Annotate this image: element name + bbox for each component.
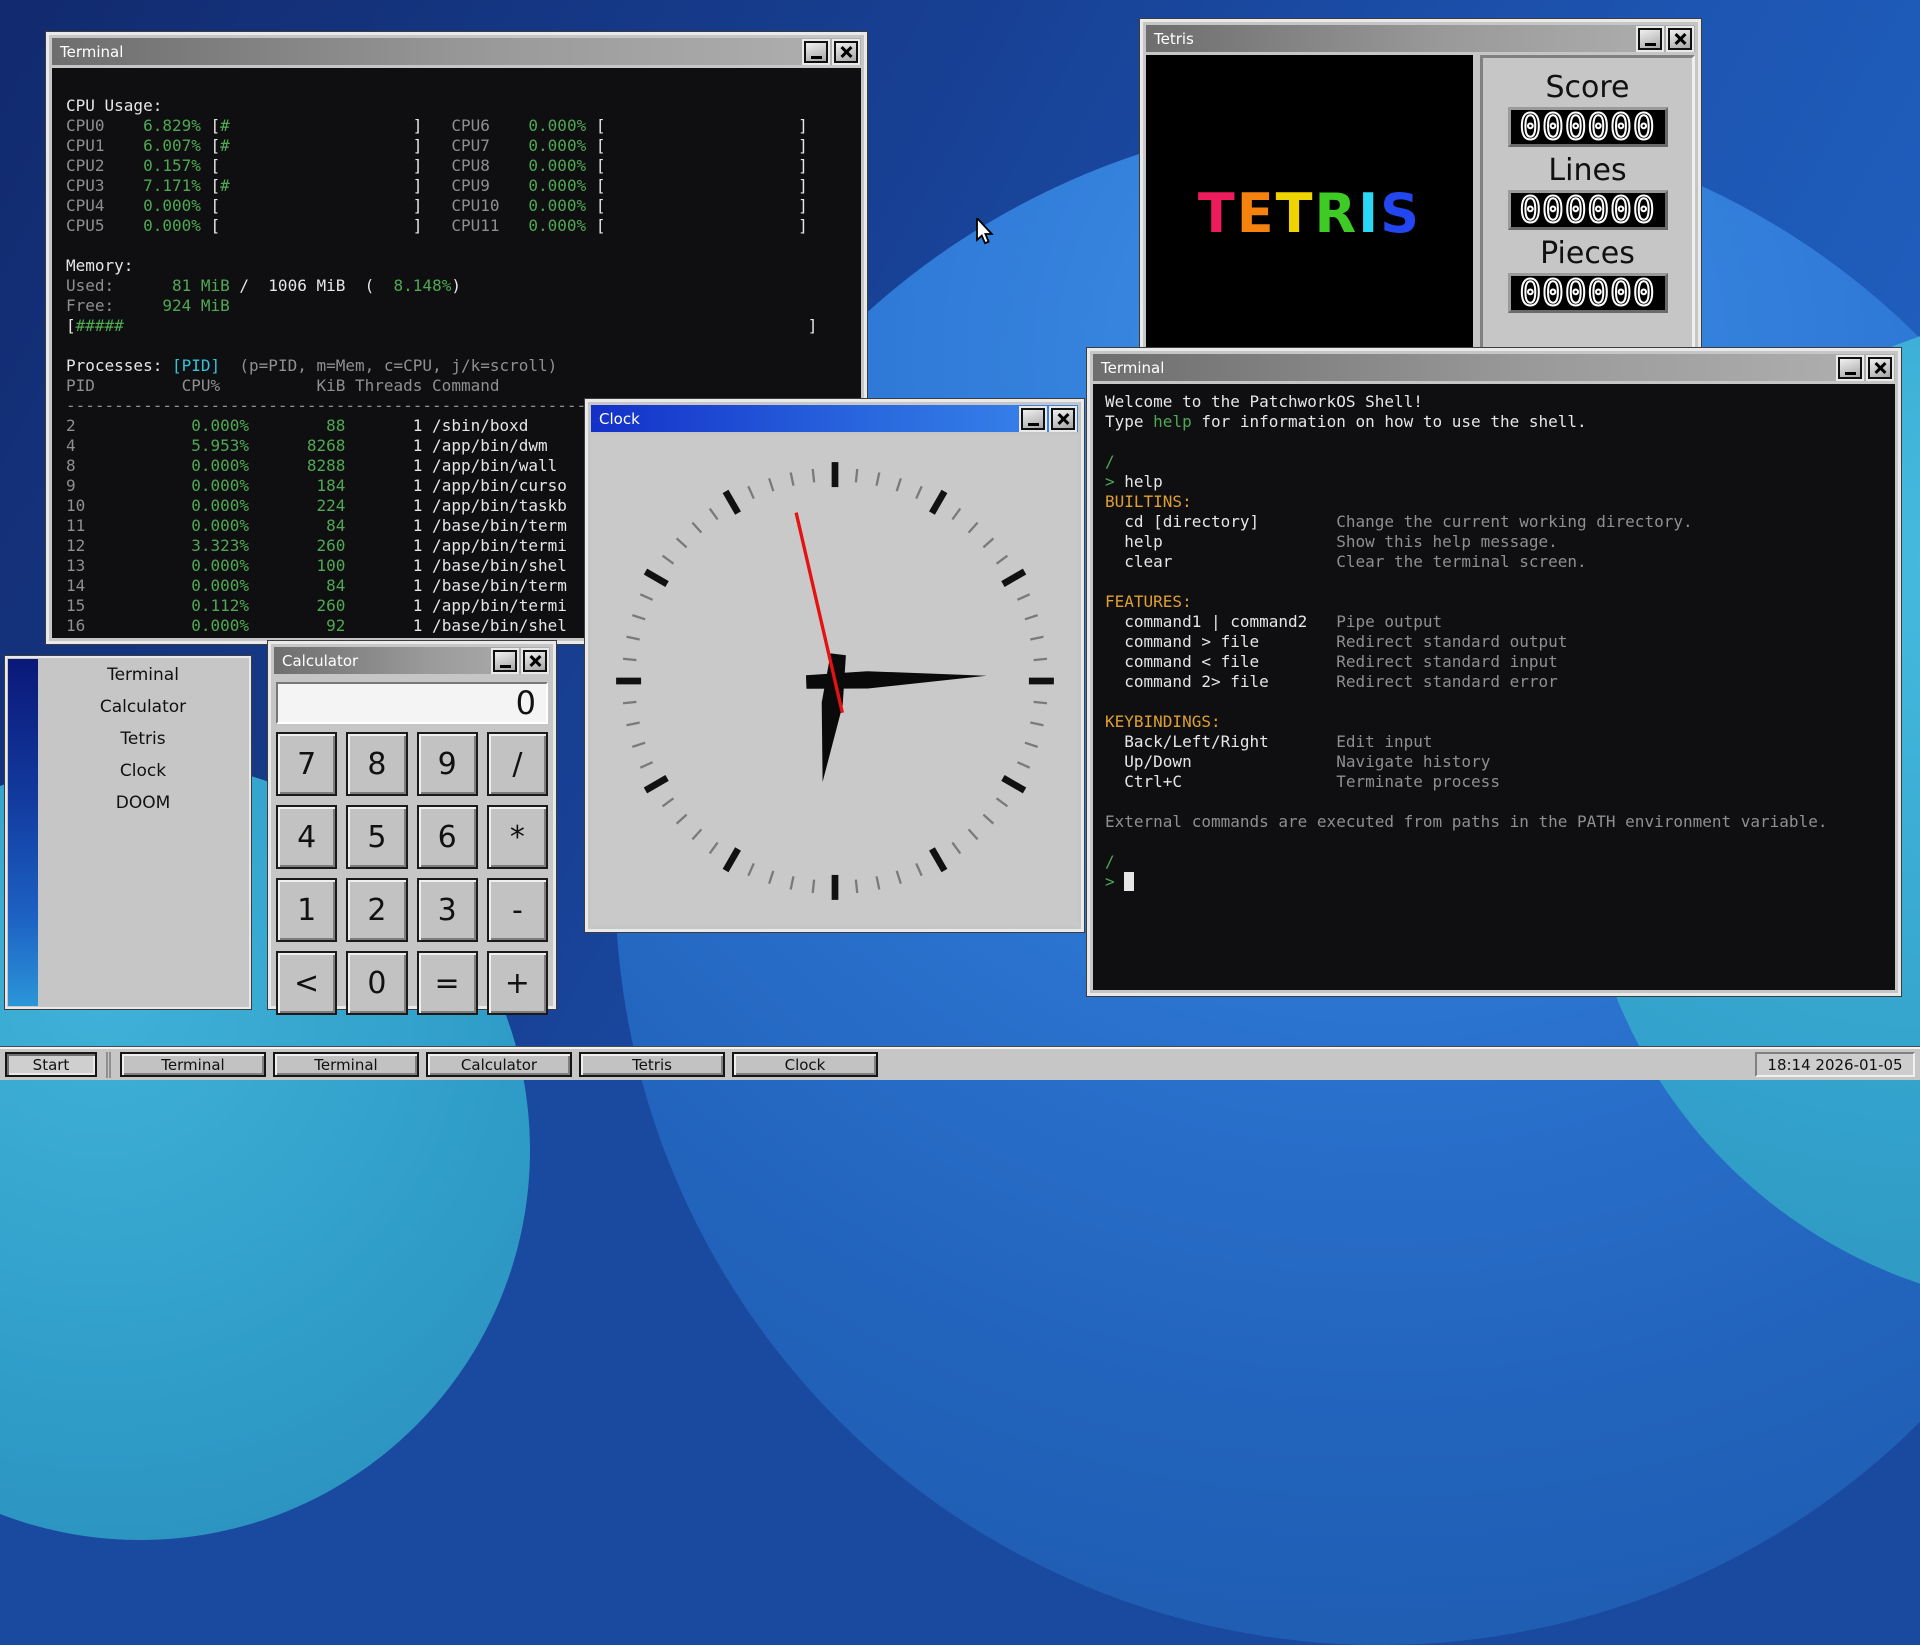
key-5[interactable]: 5 xyxy=(346,805,408,869)
key-9[interactable]: 9 xyxy=(416,732,478,796)
close-button[interactable] xyxy=(1051,407,1075,430)
tetris-playfield[interactable]: TETRIS xyxy=(1146,55,1473,371)
clock-titlebar[interactable]: Clock xyxy=(591,405,1078,432)
taskbar: Start Terminal Terminal Calculator Tetri… xyxy=(0,1047,1920,1080)
minimize-button[interactable] xyxy=(1021,407,1045,430)
close-icon xyxy=(1056,412,1070,426)
score-value: 000000 xyxy=(1507,106,1668,149)
window-calculator: Calculator 0 7 8 9 / 4 5 6 * 1 2 3 - < 0… xyxy=(267,640,557,1015)
minimize-icon xyxy=(1844,371,1856,375)
key-7[interactable]: 7 xyxy=(276,732,338,796)
tetris-stats-panel: Score 000000 Lines 000000 Pieces 000000 xyxy=(1480,55,1695,371)
taskbar-button-terminal-1[interactable]: Terminal xyxy=(120,1052,266,1077)
close-button[interactable] xyxy=(1868,356,1892,379)
tetris-logo-letter: I xyxy=(1358,181,1381,245)
menu-item-clock[interactable]: Clock xyxy=(38,755,248,787)
taskbar-button-terminal-2[interactable]: Terminal xyxy=(273,1052,419,1077)
terminal1-title: Terminal xyxy=(60,42,124,61)
analog-clock-face xyxy=(591,435,1078,926)
mouse-cursor-icon xyxy=(975,215,999,250)
key-minus[interactable]: - xyxy=(486,878,548,942)
tetris-logo-letter: S xyxy=(1380,181,1422,245)
score-label: Score xyxy=(1545,70,1630,105)
calculator-title: Calculator xyxy=(282,651,359,670)
taskbar-button-calculator[interactable]: Calculator xyxy=(426,1052,572,1077)
minimize-button[interactable] xyxy=(1638,27,1662,50)
start-button[interactable]: Start xyxy=(5,1052,97,1077)
tetris-logo-letter: R xyxy=(1314,181,1359,245)
close-icon xyxy=(528,654,542,668)
key-3[interactable]: 3 xyxy=(416,878,478,942)
menu-item-terminal[interactable]: Terminal xyxy=(38,659,248,691)
tetris-title: Tetris xyxy=(1154,29,1194,48)
tetris-logo-letter: E xyxy=(1236,181,1276,245)
tetris-titlebar[interactable]: Tetris xyxy=(1146,25,1695,52)
minimize-icon xyxy=(1644,42,1656,46)
start-menu-stripe xyxy=(8,659,38,1006)
tetris-logo-letter: T xyxy=(1275,181,1315,245)
close-icon xyxy=(1873,361,1887,375)
close-button[interactable] xyxy=(523,649,547,672)
clock-title: Clock xyxy=(599,409,640,428)
key-1[interactable]: 1 xyxy=(276,878,338,942)
key-4[interactable]: 4 xyxy=(276,805,338,869)
menu-item-calculator[interactable]: Calculator xyxy=(38,691,248,723)
terminal1-titlebar[interactable]: Terminal xyxy=(52,38,861,65)
hour-hand xyxy=(821,652,846,782)
minimize-icon xyxy=(499,664,511,668)
window-terminal-shell: Terminal Welcome to the PatchworkOS Shel… xyxy=(1086,347,1902,997)
close-button[interactable] xyxy=(834,40,858,63)
key-backspace[interactable]: < xyxy=(276,951,338,1015)
taskbar-button-clock[interactable]: Clock xyxy=(732,1052,878,1077)
pieces-value: 000000 xyxy=(1507,272,1668,315)
terminal2-title: Terminal xyxy=(1101,358,1165,377)
key-multiply[interactable]: * xyxy=(486,805,548,869)
taskbar-button-tetris[interactable]: Tetris xyxy=(579,1052,725,1077)
terminal2-output[interactable]: Welcome to the PatchworkOS Shell! Type he… xyxy=(1093,384,1895,990)
lines-label: Lines xyxy=(1548,153,1627,188)
minimize-button[interactable] xyxy=(804,40,828,63)
menu-item-doom[interactable]: DOOM xyxy=(38,787,248,819)
analog-clock xyxy=(615,461,1054,900)
key-2[interactable]: 2 xyxy=(346,878,408,942)
window-tetris: Tetris TETRIS Score 000000 Lines 000000 … xyxy=(1139,18,1702,378)
key-divide[interactable]: / xyxy=(486,732,548,796)
minimize-button[interactable] xyxy=(1838,356,1862,379)
terminal2-titlebar[interactable]: Terminal xyxy=(1093,354,1895,381)
key-0[interactable]: 0 xyxy=(346,951,408,1015)
calculator-display: 0 xyxy=(276,682,548,724)
lines-value: 000000 xyxy=(1507,189,1668,232)
key-plus[interactable]: + xyxy=(486,951,548,1015)
calculator-keypad: 7 8 9 / 4 5 6 * 1 2 3 - < 0 = + xyxy=(274,732,550,1015)
key-equals[interactable]: = xyxy=(416,951,478,1015)
pieces-label: Pieces xyxy=(1540,236,1635,271)
minimize-button[interactable] xyxy=(493,649,517,672)
close-icon xyxy=(1673,32,1687,46)
menu-item-tetris[interactable]: Tetris xyxy=(38,723,248,755)
tetris-logo-letter: T xyxy=(1197,181,1237,245)
window-clock: Clock xyxy=(584,398,1085,933)
close-icon xyxy=(839,45,853,59)
taskbar-clock: 18:14 2026-01-05 xyxy=(1755,1052,1915,1077)
minimize-icon xyxy=(1027,422,1039,426)
start-menu: Terminal Calculator Tetris Clock DOOM xyxy=(4,655,252,1010)
taskbar-separator xyxy=(106,1051,111,1078)
calculator-titlebar[interactable]: Calculator xyxy=(274,647,550,674)
key-6[interactable]: 6 xyxy=(416,805,478,869)
tetris-logo: TETRIS xyxy=(1198,182,1421,245)
minimize-icon xyxy=(810,55,822,59)
close-button[interactable] xyxy=(1668,27,1692,50)
key-8[interactable]: 8 xyxy=(346,732,408,796)
